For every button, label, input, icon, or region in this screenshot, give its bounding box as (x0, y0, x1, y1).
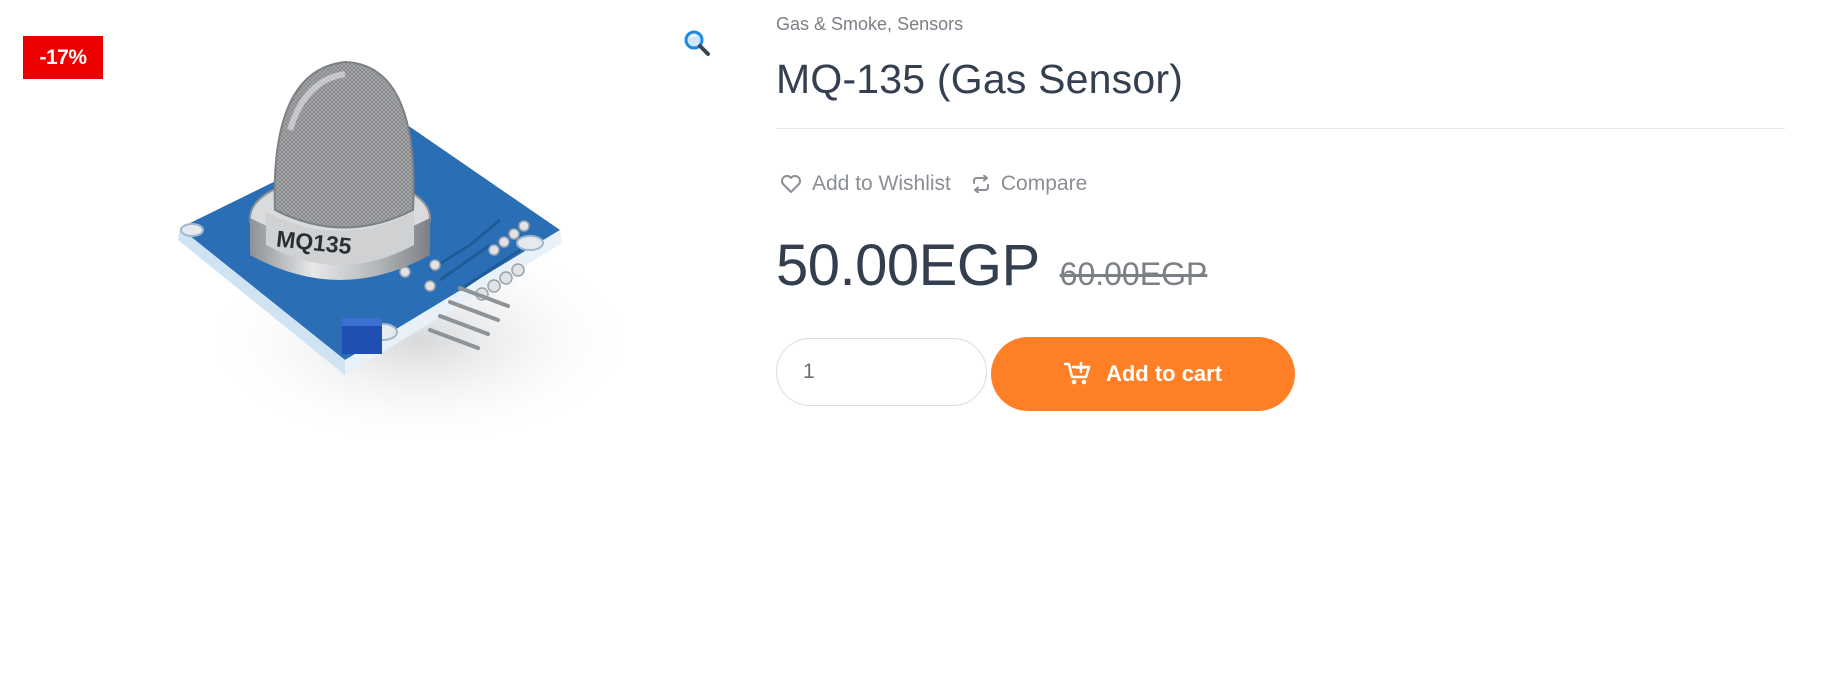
category-separator: , (887, 14, 898, 34)
original-price: 60.00EGP (1059, 256, 1208, 292)
product-page: -17% MQ135 Gas & Smoke, Sensors MQ-135 (… (0, 0, 1840, 680)
category-link-gas-smoke[interactable]: Gas & Smoke (776, 14, 887, 34)
compare-button[interactable]: Compare (971, 172, 1087, 196)
add-to-cart-label: Add to cart (1105, 361, 1223, 386)
product-gallery: -17% MQ135 (0, 0, 735, 480)
cart-plus-icon (1063, 361, 1091, 385)
product-actions: Add to Wishlist Compare (780, 172, 1087, 196)
price-block: 50.00EGP 60.00EGP (776, 232, 1207, 299)
divider (776, 128, 1785, 129)
heart-icon (781, 175, 801, 193)
quantity-input[interactable] (776, 338, 987, 406)
product-image[interactable]: MQ135 (130, 40, 640, 480)
compare-arrows-icon (972, 175, 989, 193)
current-price: 50.00EGP (776, 233, 1040, 298)
magnifier-icon[interactable] (682, 28, 712, 58)
sale-badge: -17% (23, 36, 103, 79)
breadcrumb: Gas & Smoke, Sensors (776, 14, 963, 35)
add-to-cart-button[interactable]: Add to cart (991, 337, 1295, 411)
category-link-sensors[interactable]: Sensors (897, 14, 963, 34)
add-to-wishlist-button[interactable]: Add to Wishlist (780, 172, 951, 196)
page-title: MQ-135 (Gas Sensor) (776, 56, 1184, 102)
wishlist-label: Add to Wishlist (812, 172, 951, 195)
compare-label: Compare (1000, 172, 1088, 195)
